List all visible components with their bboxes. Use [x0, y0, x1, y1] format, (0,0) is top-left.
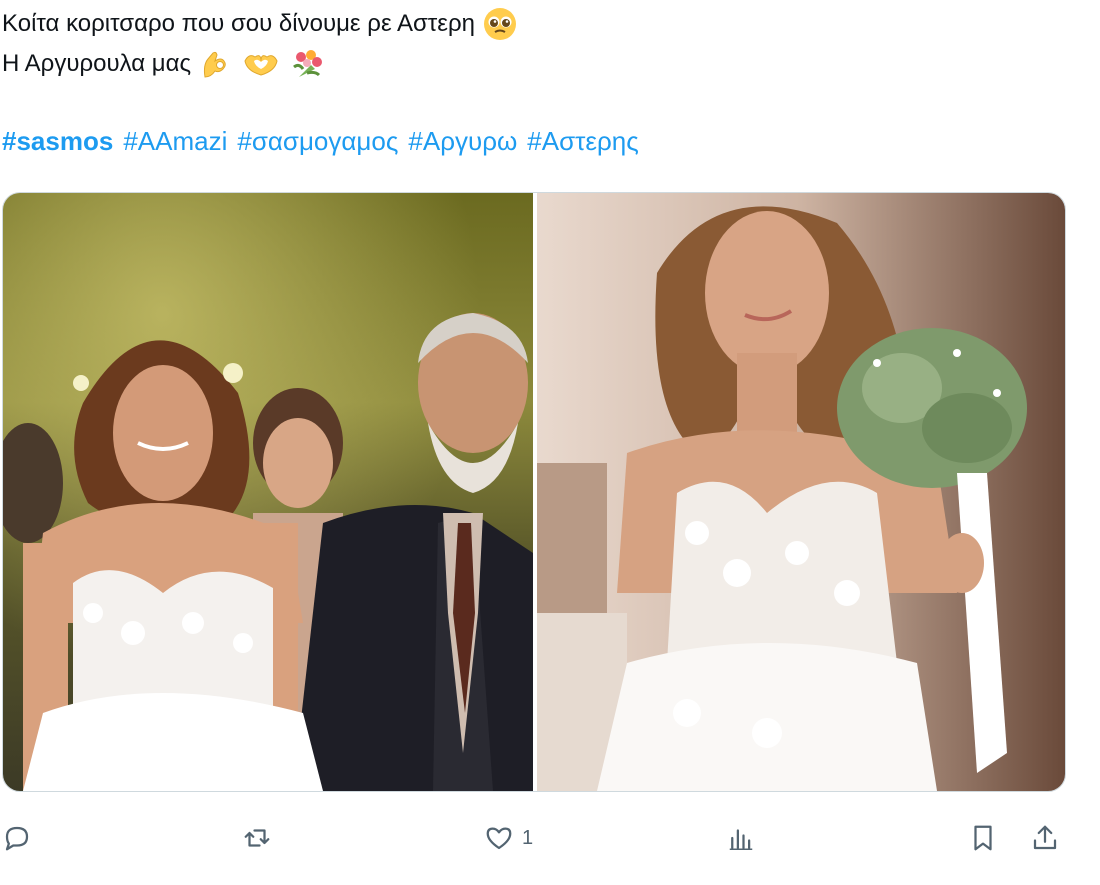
heart-hands-emoji-icon	[241, 47, 281, 81]
media-grid	[2, 192, 1066, 792]
retweet-button[interactable]	[242, 812, 280, 864]
share-icon	[1033, 825, 1057, 850]
hashtag-link[interactable]: #Αργυρω	[408, 126, 517, 156]
hashtag-link[interactable]: #AAmazi	[123, 126, 227, 156]
hashtag-link[interactable]: #σασμογαμος	[237, 126, 398, 156]
share-button[interactable]	[1030, 812, 1060, 864]
media-photo-right[interactable]	[537, 193, 1065, 791]
tweet-line-1-text: Κοίτα κοριτσαρο που σου δίνουμε ρε Αστερ…	[2, 10, 475, 37]
tweet-line-2-text: Η Αργυρουλα μας	[2, 50, 192, 77]
pleading-face-emoji-icon	[483, 7, 517, 41]
tweet-line-1: Κοίτα κοριτσαρο που σου δίνουμε ρε Αστερ…	[2, 4, 517, 44]
heart-icon	[486, 827, 512, 850]
bookmark-button[interactable]	[968, 812, 998, 864]
like-button[interactable]: 1	[484, 812, 533, 864]
media-photo-left[interactable]	[3, 193, 533, 791]
tweet-text: Κοίτα κοριτσαρο που σου δίνουμε ρε Αστερ…	[2, 4, 517, 84]
like-count: 1	[522, 826, 534, 849]
analytics-icon	[729, 829, 753, 850]
views-button[interactable]	[726, 812, 764, 864]
bouquet-emoji-icon	[289, 47, 327, 81]
tweet-line-2: Η Αργυρουλα μας	[2, 44, 517, 84]
reply-icon	[5, 826, 29, 851]
reply-button[interactable]	[2, 812, 40, 864]
retweet-icon	[244, 829, 270, 847]
ok-hand-emoji-icon	[199, 47, 233, 81]
hashtag-list: #sasmos #AAmazi #σασμογαμος #Αργυρω #Αστερης	[2, 126, 649, 157]
bookmark-icon	[974, 825, 992, 851]
hashtag-link[interactable]: #sasmos	[2, 126, 113, 156]
hashtag-link[interactable]: #Αστερης	[527, 126, 639, 156]
tweet-actions: 1	[0, 812, 1100, 864]
